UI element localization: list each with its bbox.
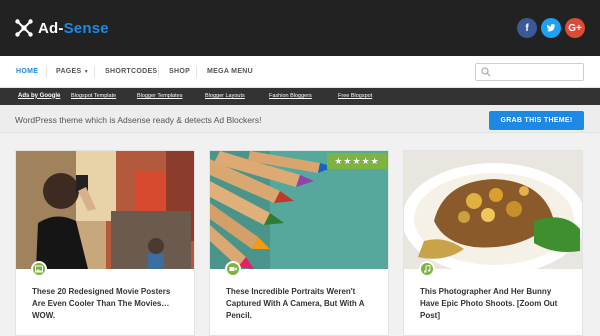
post-card[interactable]: These 20 Redesigned Movie Posters Are Ev… xyxy=(15,150,195,336)
site-header: Ad-Sense f G+ xyxy=(0,0,600,56)
network-logo-icon xyxy=(15,19,33,37)
search-icon xyxy=(481,67,491,77)
nav-mega-menu[interactable]: MEGA MENU xyxy=(207,68,253,75)
rating-stars: ★★★★★ xyxy=(327,153,387,169)
nav-divider xyxy=(196,66,197,78)
music-icon xyxy=(419,261,435,277)
food-photo-image xyxy=(404,151,582,269)
chevron-down-icon: ▼ xyxy=(83,69,89,75)
post-card[interactable]: ★★★★★ These Incredible Portraits Weren't… xyxy=(209,150,389,336)
nav-shop[interactable]: SHOP xyxy=(169,68,190,75)
video-glyph-icon xyxy=(229,267,237,271)
twitter-bird-icon xyxy=(546,24,556,32)
image-icon xyxy=(31,261,47,277)
ad-link[interactable]: Blogger Templates xyxy=(137,93,182,99)
logo-text: Ad-Sense xyxy=(38,20,109,37)
post-thumbnail[interactable] xyxy=(404,151,582,269)
grab-theme-button[interactable]: GRAB THIS THEME! xyxy=(489,111,584,130)
twitter-icon[interactable] xyxy=(541,18,561,38)
nav-divider xyxy=(94,66,95,78)
ad-link[interactable]: Blogger Layouts xyxy=(205,93,245,99)
promo-text: WordPress theme which is Adsense ready &… xyxy=(15,115,262,125)
nav-home[interactable]: HOME xyxy=(16,68,38,75)
nav-divider xyxy=(158,66,159,78)
post-thumbnail[interactable] xyxy=(16,151,194,269)
ad-link-bar: Ads by Google Blogspot Template Blogger … xyxy=(0,88,600,105)
post-card[interactable]: This Photographer And Her Bunny Have Epi… xyxy=(403,150,583,336)
logo-accent: Sense xyxy=(63,19,109,37)
nav-pages-label: PAGES xyxy=(56,68,82,75)
post-title[interactable]: These Incredible Portraits Weren't Captu… xyxy=(226,286,376,322)
google-plus-icon[interactable]: G+ xyxy=(565,18,585,38)
ads-by-google-link[interactable]: Ads by Google xyxy=(18,93,60,99)
image-glyph-icon xyxy=(35,265,43,273)
nav-divider xyxy=(46,66,47,78)
post-title[interactable]: These 20 Redesigned Movie Posters Are Ev… xyxy=(32,286,182,322)
ad-link[interactable]: Blogspot Template xyxy=(71,93,116,99)
logo-main: Ad- xyxy=(38,19,64,37)
search-input[interactable] xyxy=(475,63,584,81)
music-note-glyph-icon xyxy=(424,265,431,273)
site-logo[interactable]: Ad-Sense xyxy=(14,18,109,38)
street-photo-image xyxy=(16,151,194,269)
nav-pages[interactable]: PAGES ▼ xyxy=(56,68,89,75)
facebook-icon[interactable]: f xyxy=(517,18,537,38)
video-icon xyxy=(225,261,241,277)
ad-link[interactable]: Fashion Bloggers xyxy=(269,93,312,99)
nav-shortcodes[interactable]: SHORTCODES xyxy=(105,68,157,75)
post-thumbnail[interactable]: ★★★★★ xyxy=(210,151,388,269)
ad-link[interactable]: Free Blogspot xyxy=(338,93,372,99)
post-title[interactable]: This Photographer And Her Bunny Have Epi… xyxy=(420,286,570,322)
